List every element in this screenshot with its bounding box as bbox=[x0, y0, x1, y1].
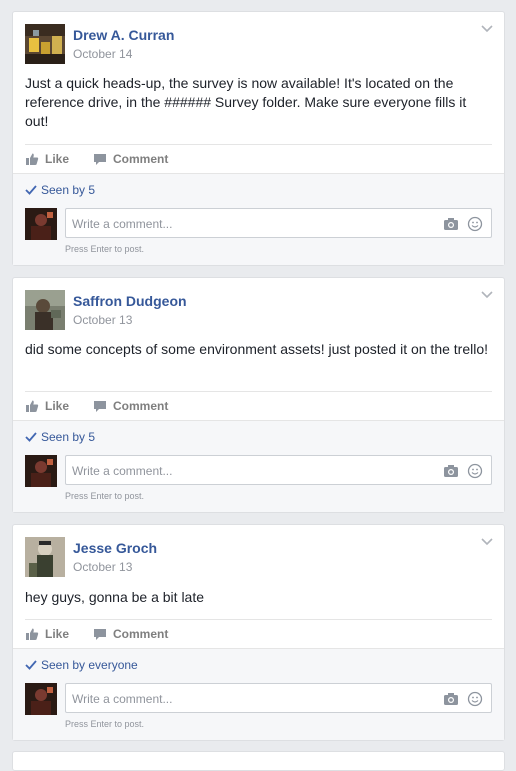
author-avatar[interactable] bbox=[25, 24, 65, 64]
chevron-down-icon[interactable] bbox=[480, 288, 494, 302]
emoji-icon[interactable] bbox=[467, 463, 483, 479]
comment-button[interactable]: Comment bbox=[93, 627, 168, 641]
like-button[interactable]: Like bbox=[25, 152, 69, 166]
seen-by[interactable]: Seen by 5 bbox=[25, 430, 95, 444]
post-card-partial bbox=[12, 751, 505, 771]
comment-placeholder: Write a comment... bbox=[72, 464, 173, 478]
seen-by-label: Seen by 5 bbox=[41, 183, 96, 197]
camera-icon[interactable] bbox=[443, 216, 459, 232]
comment-input[interactable]: Write a comment... bbox=[65, 683, 492, 713]
like-button[interactable]: Like bbox=[25, 627, 69, 641]
seen-by[interactable]: Seen by everyone bbox=[25, 658, 138, 672]
post-actions: Like Comment bbox=[25, 144, 492, 174]
camera-icon[interactable] bbox=[443, 691, 459, 707]
comment-placeholder: Write a comment... bbox=[72, 217, 173, 231]
like-button[interactable]: Like bbox=[25, 399, 69, 413]
author-name[interactable]: Jesse Groch bbox=[73, 540, 157, 556]
checkmark-icon bbox=[25, 660, 37, 670]
comment-label: Comment bbox=[113, 399, 169, 413]
comment-icon bbox=[94, 401, 107, 412]
post-text: hey guys, gonna be a bit late bbox=[25, 589, 205, 605]
comment-section: Seen by 5 Write a comment... Press Enter… bbox=[13, 420, 504, 512]
comment-button[interactable]: Comment bbox=[93, 152, 168, 166]
comment-icon bbox=[94, 629, 107, 640]
comment-label: Comment bbox=[113, 627, 169, 641]
author-avatar[interactable] bbox=[25, 290, 65, 330]
post-date[interactable]: October 13 bbox=[73, 560, 132, 574]
comment-label: Comment bbox=[113, 152, 169, 166]
my-avatar bbox=[25, 455, 57, 487]
camera-icon[interactable] bbox=[443, 463, 459, 479]
thumbs-up-icon bbox=[26, 153, 39, 165]
checkmark-icon bbox=[25, 185, 37, 195]
thumbs-up-icon bbox=[26, 628, 39, 640]
comment-icon bbox=[94, 154, 107, 165]
author-name[interactable]: Saffron Dudgeon bbox=[73, 293, 187, 309]
chevron-down-icon[interactable] bbox=[480, 535, 494, 549]
comment-section: Seen by everyone Write a comment... Pres… bbox=[13, 648, 504, 740]
like-label: Like bbox=[45, 399, 70, 413]
author-avatar[interactable] bbox=[25, 537, 65, 577]
my-avatar bbox=[25, 208, 57, 240]
press-enter-hint: Press Enter to post. bbox=[65, 719, 145, 729]
emoji-icon[interactable] bbox=[467, 216, 483, 232]
checkmark-icon bbox=[25, 432, 37, 442]
comment-placeholder: Write a comment... bbox=[72, 692, 173, 706]
post-card: Drew A. Curran October 14 Just a quick h… bbox=[12, 11, 505, 266]
post-text: did some concepts of some environment as… bbox=[25, 341, 489, 357]
seen-by-label: Seen by 5 bbox=[41, 430, 96, 444]
press-enter-hint: Press Enter to post. bbox=[65, 244, 145, 254]
post-date[interactable]: October 14 bbox=[73, 47, 132, 61]
comment-input[interactable]: Write a comment... bbox=[65, 455, 492, 485]
comment-button[interactable]: Comment bbox=[93, 399, 168, 413]
post-text: Just a quick heads-up, the survey is now… bbox=[25, 75, 467, 129]
thumbs-up-icon bbox=[26, 400, 39, 412]
my-avatar bbox=[25, 683, 57, 715]
emoji-icon[interactable] bbox=[467, 691, 483, 707]
post-card: Jesse Groch October 13 hey guys, gonna b… bbox=[12, 524, 505, 741]
like-label: Like bbox=[45, 152, 70, 166]
seen-by[interactable]: Seen by 5 bbox=[25, 183, 95, 197]
like-label: Like bbox=[45, 627, 70, 641]
post-date[interactable]: October 13 bbox=[73, 313, 132, 327]
comment-section: Seen by 5 Write a comment... Press Enter… bbox=[13, 173, 504, 265]
comment-input[interactable]: Write a comment... bbox=[65, 208, 492, 238]
post-actions: Like Comment bbox=[25, 391, 492, 421]
press-enter-hint: Press Enter to post. bbox=[65, 491, 145, 501]
post-actions: Like Comment bbox=[25, 619, 492, 649]
post-card: Saffron Dudgeon October 13 did some conc… bbox=[12, 277, 505, 513]
chevron-down-icon[interactable] bbox=[480, 22, 494, 36]
author-name[interactable]: Drew A. Curran bbox=[73, 27, 174, 43]
seen-by-label: Seen by everyone bbox=[41, 658, 138, 672]
